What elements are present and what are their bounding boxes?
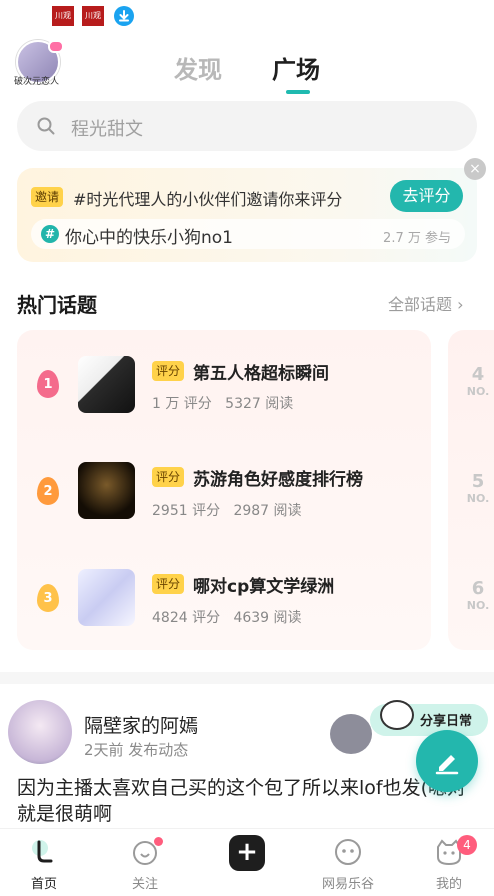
plus-icon: + — [229, 835, 265, 871]
nav-leguu[interactable]: 网易乐谷 — [308, 835, 388, 895]
post-author-name[interactable]: 隔壁家的阿嫣 — [84, 711, 198, 738]
topic-title[interactable]: 哪对cp算文学绿洲 — [193, 572, 334, 597]
avatar-caption: 破次元恋人 — [14, 77, 60, 87]
mascot-icon — [380, 700, 414, 730]
topic-stats: 4824 评分 4639 阅读 — [152, 607, 302, 627]
nav-home-label: 首页 — [30, 877, 57, 892]
rank-number: 6 NO. — [466, 578, 490, 612]
topic-thumbnail[interactable] — [78, 356, 135, 413]
section-divider — [0, 672, 494, 684]
app-notification-icon: 川观 — [82, 6, 104, 26]
invite-topic-count: 2.7 万 参与 — [383, 231, 451, 246]
rank-number: 4 NO. — [466, 364, 490, 398]
search-placeholder: 程光甜文 — [71, 119, 143, 140]
bottom-nav: 首页 关注 + 网易乐谷 4 我的 — [0, 828, 494, 896]
topic-thumbnail[interactable] — [78, 569, 135, 626]
topic-title[interactable]: 第五人格超标瞬间 — [193, 359, 329, 384]
post-meta: 2天前 发布动态 — [84, 741, 189, 759]
status-bar: 川观 川观 — [0, 0, 494, 34]
post-author-avatar[interactable] — [8, 700, 72, 764]
rank-flame-icon: 2 — [37, 477, 59, 505]
unread-badge: 4 — [457, 835, 477, 855]
home-icon — [32, 840, 53, 863]
nav-follow-label: 关注 — [131, 877, 158, 892]
topic-ratings: 2951 评分 — [152, 503, 221, 519]
notification-dot — [154, 837, 163, 846]
post-sticker — [330, 714, 372, 754]
close-icon[interactable]: × — [464, 158, 486, 180]
hot-topics-list: 1 评分 第五人格超标瞬间 1 万 评分 5327 阅读 2 评分 苏游角色好感… — [17, 330, 431, 650]
tab-indicator — [286, 90, 310, 94]
rank-flame-icon: 1 — [37, 370, 59, 398]
hashtag-icon: # — [41, 225, 59, 243]
search-bar[interactable]: 程光甜文 — [17, 101, 477, 151]
topic-ratings: 4824 评分 — [152, 610, 221, 626]
search-icon — [37, 117, 55, 135]
topic-stats: 1 万 评分 5327 阅读 — [152, 393, 293, 413]
invite-text: #时光代理人的小伙伴们邀请你来评分 — [73, 190, 343, 209]
nav-me-label: 我的 — [435, 877, 462, 892]
topic-thumbnail[interactable] — [78, 462, 135, 519]
heart-icon — [48, 40, 64, 53]
rating-badge: 评分 — [152, 467, 185, 487]
topic-title[interactable]: 苏游角色好感度排行榜 — [193, 465, 363, 490]
section-title: 热门话题 — [17, 293, 97, 317]
invite-topic-title: 你心中的快乐小狗no1 — [65, 228, 233, 248]
share-daily-label: 分享日常 — [420, 714, 473, 729]
pencil-icon — [435, 755, 459, 775]
nav-leguu-label: 网易乐谷 — [321, 877, 374, 892]
nav-me[interactable]: 4 我的 — [409, 835, 489, 895]
invite-tag: 邀请 — [31, 187, 64, 207]
rate-button[interactable]: 去评分 — [390, 180, 463, 212]
tab-discover[interactable]: 发现 — [174, 50, 222, 85]
rank-flame-icon: 3 — [37, 584, 59, 612]
topic-reads: 2987 阅读 — [233, 503, 302, 519]
app-notification-icon: 川观 — [52, 6, 74, 26]
topic-ratings: 1 万 评分 — [152, 396, 212, 412]
nav-follow[interactable]: 关注 — [105, 835, 185, 895]
topic-stats: 2951 评分 2987 阅读 — [152, 500, 302, 520]
rating-badge: 评分 — [152, 574, 185, 594]
download-icon — [114, 6, 134, 26]
topic-reads: 4639 阅读 — [233, 610, 302, 626]
topic-reads: 5327 阅读 — [225, 396, 294, 412]
game-controller-icon — [335, 839, 361, 865]
rank-number: 5 NO. — [466, 471, 490, 505]
nav-home[interactable]: 首页 — [4, 835, 84, 895]
post-body[interactable]: 因为主播太喜欢自己买的这个包了所以来lof也发(嗯对就是很萌啊 — [17, 775, 477, 827]
all-topics-link[interactable]: 全部话题 › — [388, 291, 464, 315]
invite-topic[interactable]: # 你心中的快乐小狗no1 2.7 万 参与 — [31, 219, 465, 249]
rating-badge: 评分 — [152, 361, 185, 381]
nav-create[interactable]: + — [207, 835, 287, 895]
tab-square[interactable]: 广场 — [272, 50, 320, 85]
compose-button[interactable] — [416, 730, 478, 792]
invite-card[interactable]: 邀请 #时光代理人的小伙伴们邀请你来评分 去评分 # 你心中的快乐小狗no1 2… — [17, 168, 477, 262]
